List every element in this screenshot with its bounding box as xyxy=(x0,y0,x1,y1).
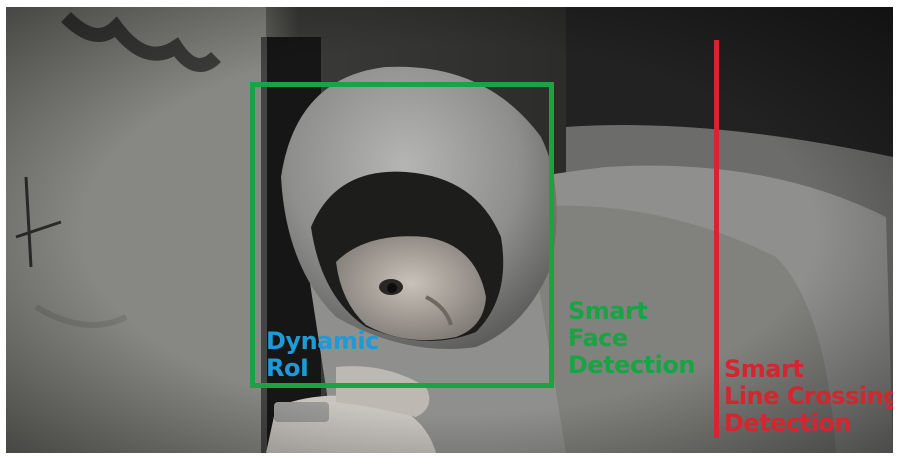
line-crossing-marker xyxy=(714,40,719,438)
dynamic-roi-label: Dynamic RoI xyxy=(266,328,379,382)
surveillance-photo: Dynamic RoI Smart Face Detection Smart L… xyxy=(6,7,893,453)
roi-label-line1: Dynamic xyxy=(266,327,379,355)
face-label-line2: Face xyxy=(568,324,628,352)
smart-face-detection-label: Smart Face Detection xyxy=(568,298,695,379)
face-label-line3: Detection xyxy=(568,351,695,379)
face-label-line1: Smart xyxy=(568,297,648,325)
smart-line-crossing-label: Smart Line Crossing Detection xyxy=(724,356,893,437)
line-label-line3: Detection xyxy=(724,409,851,437)
line-label-line1: Smart xyxy=(724,355,804,383)
line-label-line2: Line Crossing xyxy=(724,382,893,410)
roi-label-line2: RoI xyxy=(266,354,309,382)
